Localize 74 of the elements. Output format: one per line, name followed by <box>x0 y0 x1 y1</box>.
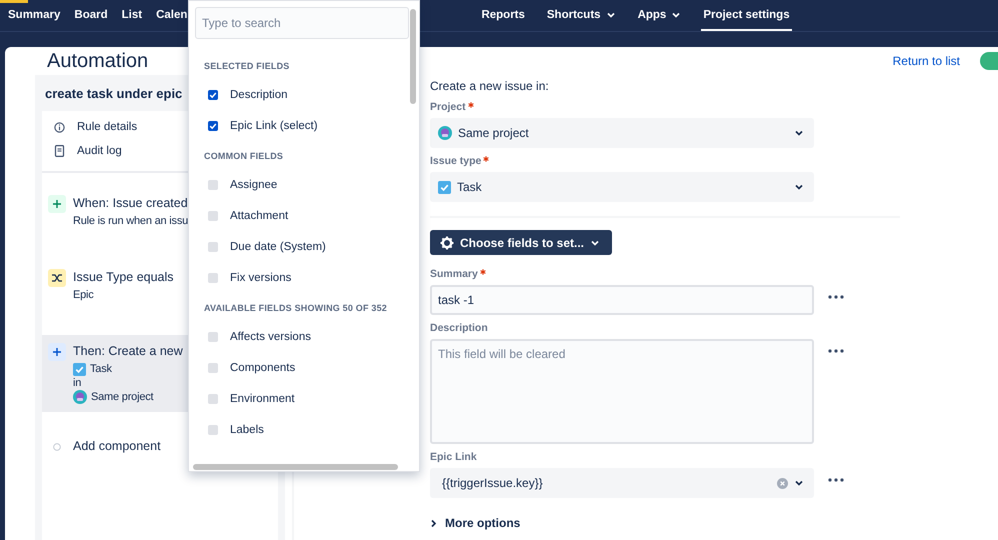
target-select[interactable]: Same project <box>430 118 814 148</box>
checkbox[interactable] <box>208 394 218 404</box>
document-icon <box>54 145 65 157</box>
field-option[interactable]: Epic Link (select) <box>230 120 318 132</box>
plus-icon <box>48 343 66 361</box>
nav-tab[interactable]: Apps <box>636 0 684 31</box>
task-icon <box>73 362 86 376</box>
field-label: Project <box>430 101 466 113</box>
status-button[interactable] <box>980 52 998 70</box>
issue-type-name: Task <box>90 362 112 376</box>
checkbox[interactable] <box>208 242 218 252</box>
section-heading: SELECTED FIELDS <box>203 60 291 73</box>
field-option[interactable]: Due date (System) <box>230 240 326 252</box>
checkbox[interactable] <box>208 424 218 434</box>
info-icon <box>54 122 65 132</box>
caret-icon <box>794 182 804 192</box>
circle-icon <box>51 441 63 453</box>
target-select[interactable]: Task <box>430 172 814 202</box>
checkbox[interactable] <box>208 180 218 190</box>
project-name: Same project <box>91 390 154 404</box>
search-field[interactable]: Type to search <box>195 7 409 39</box>
chevron-right-icon <box>430 518 437 528</box>
field-label: Issue type <box>430 155 482 167</box>
return-link[interactable]: Return to list <box>892 54 960 68</box>
app-logo[interactable] <box>0 0 28 3</box>
component-detail: in <box>73 376 82 390</box>
rule-menu-item[interactable]: Rule details <box>77 121 138 133</box>
section-heading: COMMON FIELDS <box>203 150 284 163</box>
nav-tab[interactable]: Board <box>72 0 110 31</box>
field-label: Epic Link <box>430 451 477 463</box>
choose-fields-button[interactable]: Choose fields to set... <box>430 230 612 255</box>
nav-tab[interactable]: Project settings <box>701 0 792 31</box>
page-title: Automation <box>47 50 148 72</box>
summary-field[interactable]: task -1 <box>430 285 814 315</box>
shuffle-icon <box>48 269 66 287</box>
component-title: When: Issue created <box>73 196 188 210</box>
checkbox[interactable] <box>208 332 218 342</box>
project-avatar-icon <box>438 126 452 140</box>
rule-name: create task under epic <box>45 86 182 101</box>
description-field[interactable]: This field will be cleared <box>430 339 814 444</box>
more-icon[interactable] <box>828 295 844 299</box>
more-icon[interactable] <box>828 349 844 353</box>
task-icon <box>438 180 451 194</box>
component-title: Add component <box>73 439 161 453</box>
more-icon[interactable] <box>828 478 844 482</box>
nav-tab[interactable]: Reports <box>479 0 527 31</box>
nav-tab[interactable]: List <box>120 0 144 31</box>
plus-icon <box>48 195 66 213</box>
scrollbar[interactable] <box>410 9 416 104</box>
form-intro: Create a new issue in: <box>430 79 550 93</box>
field-label: Description <box>430 322 488 334</box>
checkbox[interactable] <box>208 90 218 100</box>
nav-tab[interactable]: Summary <box>6 0 62 31</box>
scrollbar[interactable] <box>193 464 398 470</box>
checkbox[interactable] <box>208 120 218 130</box>
nav-tab[interactable]: Shortcuts <box>544 0 618 31</box>
checkbox[interactable] <box>208 272 218 282</box>
caret-icon <box>794 128 804 138</box>
rule-menu-item[interactable]: Audit log <box>77 145 122 157</box>
field-label: Summary <box>430 268 478 280</box>
field-option[interactable]: Description <box>230 88 288 100</box>
checkbox[interactable] <box>208 362 218 372</box>
epic-link-select[interactable]: {{triggerIssue.key}} <box>430 468 814 498</box>
more-options-toggle[interactable]: More options <box>430 516 520 530</box>
checkbox[interactable] <box>208 210 218 220</box>
component-title: Then: Create a new <box>73 344 183 358</box>
component-title: Issue Type equals <box>73 270 174 284</box>
caret-icon <box>794 478 804 488</box>
project-avatar-icon <box>73 390 87 404</box>
settings-icon <box>440 236 454 250</box>
component-detail: Rule is run when an issu <box>73 214 188 228</box>
nav-tab[interactable]: Calen <box>154 0 190 31</box>
clear-icon[interactable] <box>777 478 788 488</box>
component-detail: Epic <box>73 288 94 302</box>
